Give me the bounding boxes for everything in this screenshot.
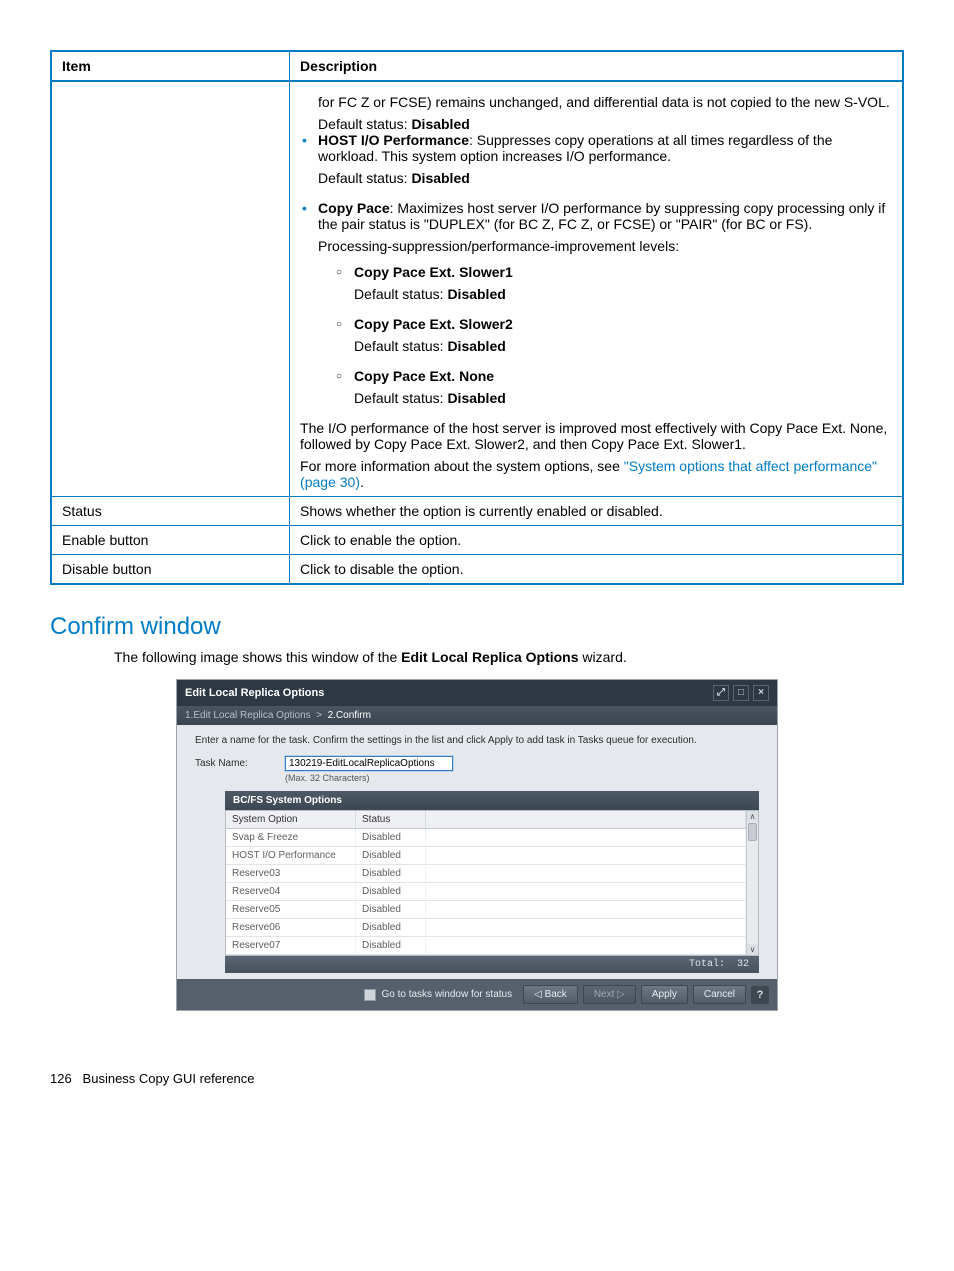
cancel-button[interactable]: Cancel [693,985,746,1004]
more-info: For more information about the system op… [300,458,892,490]
option-status: Disabled [356,883,426,901]
page-footer: 126 Business Copy GUI reference [50,1071,904,1086]
level-slower1: Copy Pace Ext. Slower1 Default status: D… [336,264,892,302]
default-status: Default status: Disabled [354,286,892,302]
option-name: Reserve07 [226,937,356,955]
level-none: Copy Pace Ext. None Default status: Disa… [336,368,892,406]
task-name-label: Task Name: [195,756,285,769]
row-status-desc: Shows whether the option is currently en… [290,497,903,526]
option-name: Reserve03 [226,865,356,883]
close-icon[interactable]: × [753,685,769,701]
option-name: Reserve06 [226,919,356,937]
option-name: HOST I/O Performance [226,847,356,865]
row-enable-item: Enable button [51,526,290,555]
wizard-window: Edit Local Replica Options ⤢ □ × 1.Edit … [176,679,778,1011]
option-status: Disabled [356,919,426,937]
row-systemoption-item [51,81,290,497]
option-name: Svap & Freeze [226,829,356,847]
intro-text: The following image shows this window of… [114,649,904,665]
breadcrumb-step2: 2.Confirm [328,710,371,721]
maximize-icon[interactable]: □ [733,685,749,701]
default-status: Default status: Disabled [354,338,892,354]
option-status: Disabled [356,847,426,865]
row-disable-item: Disable button [51,555,290,585]
row-status-item: Status [51,497,290,526]
copypace-levels: Processing-suppression/performance-impro… [318,238,892,254]
wizard-footer: Go to tasks window for status ◁ Back Nex… [177,979,777,1010]
row-systemoption-desc: for FC Z or FCSE) remains unchanged, and… [290,81,903,497]
row-enable-desc: Click to enable the option. [290,526,903,555]
task-name-input[interactable] [285,756,453,771]
bullet-copypace: Copy Pace: Maximizes host server I/O per… [300,200,892,406]
back-button[interactable]: ◁ Back [523,985,578,1004]
wizard-titlebar: Edit Local Replica Options ⤢ □ × [177,680,777,706]
wizard-instruction: Enter a name for the task. Confirm the s… [195,735,759,746]
restore-icon[interactable]: ⤢ [713,685,729,701]
wizard-breadcrumb: 1.Edit Local Replica Options > 2.Confirm [177,706,777,725]
option-status: Disabled [356,937,426,955]
default-status: Default status: Disabled [318,170,892,186]
perf-note: The I/O performance of the host server i… [300,420,892,452]
row-disable-desc: Click to disable the option. [290,555,903,585]
th-desc: Description [290,51,903,81]
total-row: Total: 32 [225,956,759,973]
apply-button[interactable]: Apply [641,985,688,1004]
goto-tasks-checkbox[interactable]: Go to tasks window for status [364,989,512,1001]
options-grid: System Option Status Svap & FreezeDisabl… [225,810,759,956]
breadcrumb-step1[interactable]: 1.Edit Local Replica Options [185,710,311,721]
option-name: Reserve04 [226,883,356,901]
wizard-title: Edit Local Replica Options [185,687,324,699]
default-status: Default status: Disabled [354,390,892,406]
option-name: Reserve05 [226,901,356,919]
bullet-hostio: HOST I/O Performance: Suppresses copy op… [300,132,892,186]
option-status: Disabled [356,901,426,919]
option-status: Disabled [356,829,426,847]
option-status: Disabled [356,865,426,883]
default-status: Default status: Disabled [318,116,892,132]
th-item: Item [51,51,290,81]
frag-text: for FC Z or FCSE) remains unchanged, and… [318,94,892,110]
help-icon[interactable]: ? [751,986,769,1004]
scrollbar[interactable]: ∧∨ [746,811,758,955]
level-slower2: Copy Pace Ext. Slower2 Default status: D… [336,316,892,354]
col-status: Status [356,811,426,829]
panel-title: BC/FS System Options [225,791,759,810]
next-button: Next ▷ [583,985,636,1004]
parameters-table: Item Description for FC Z or FCSE) remai… [50,50,904,585]
task-name-hint: (Max. 32 Characters) [285,773,453,783]
col-option: System Option [226,811,356,829]
section-title: Confirm window [50,613,904,641]
